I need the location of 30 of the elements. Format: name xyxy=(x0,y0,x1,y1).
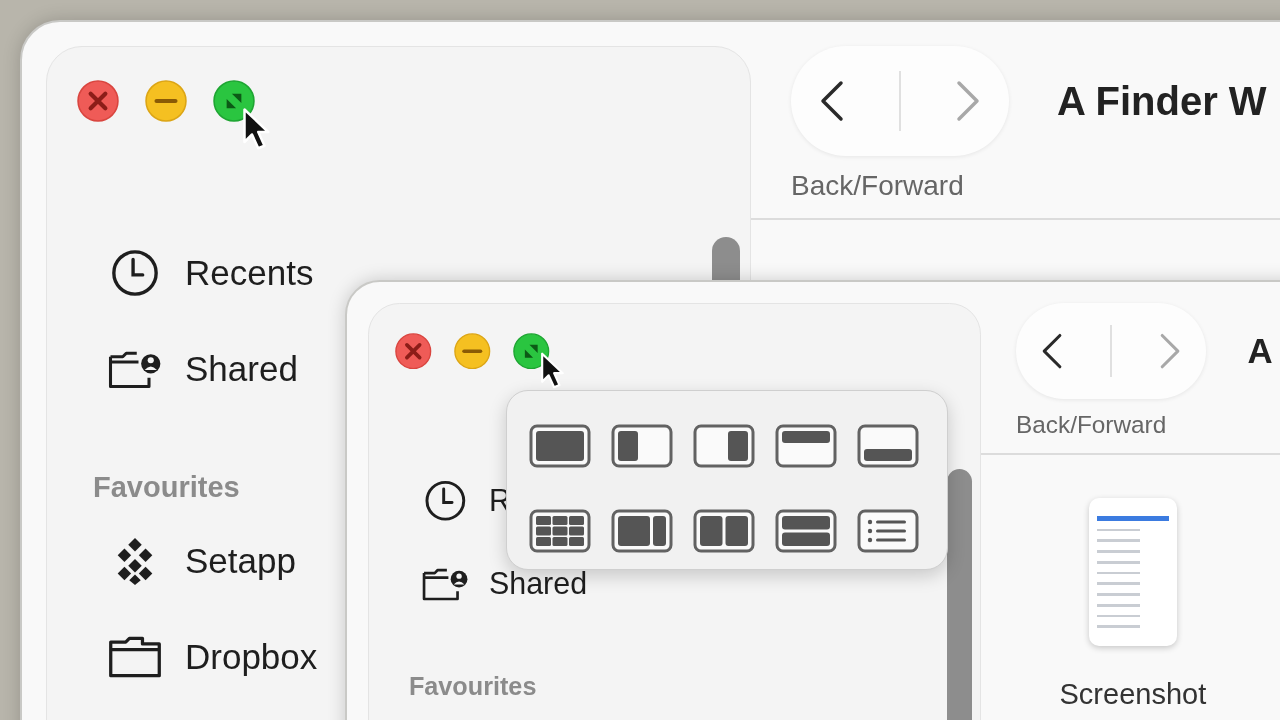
sidebar-heading: Favourites xyxy=(93,469,240,505)
sidebar-item[interactable]: Dropbox xyxy=(185,637,318,677)
zoom-button[interactable] xyxy=(213,80,255,122)
sidebar-item[interactable]: Setapp xyxy=(185,541,296,581)
left-half-layout-icon[interactable] xyxy=(611,424,673,468)
right-half-layout-icon[interactable] xyxy=(693,424,755,468)
sidebar-item[interactable]: Shared xyxy=(488,566,588,602)
window-title: A xyxy=(1247,330,1273,371)
minimize-button[interactable] xyxy=(145,80,187,122)
two-row-layout-icon[interactable] xyxy=(775,509,837,553)
toolbar-caption: Back/Forward xyxy=(1016,410,1167,439)
list-layout-icon[interactable] xyxy=(857,509,919,553)
pointer-icon xyxy=(540,351,566,391)
top-half-layout-icon[interactable] xyxy=(775,424,837,468)
screenshot-thumbnail[interactable] xyxy=(1088,498,1177,647)
grid-layout-icon[interactable] xyxy=(529,509,591,553)
sidebar-item[interactable]: Recents xyxy=(185,253,314,293)
close-button[interactable] xyxy=(77,80,119,122)
bottom-half-layout-icon[interactable] xyxy=(857,424,919,468)
toolbar-caption: Back/Forward xyxy=(791,170,964,202)
close-button[interactable] xyxy=(394,332,432,370)
window-title: A Finder W xyxy=(1057,78,1267,124)
minimize-button[interactable] xyxy=(454,332,491,370)
pointer-icon xyxy=(242,107,272,152)
file-name: Screenshot xyxy=(1059,678,1207,712)
wide-narrow-layout-icon[interactable] xyxy=(611,509,673,553)
sidebar-item[interactable]: Shared xyxy=(185,349,298,389)
fill-layout-icon[interactable] xyxy=(529,424,591,468)
two-column-layout-icon[interactable] xyxy=(693,509,755,553)
sidebar-heading: Favourites xyxy=(408,671,537,703)
